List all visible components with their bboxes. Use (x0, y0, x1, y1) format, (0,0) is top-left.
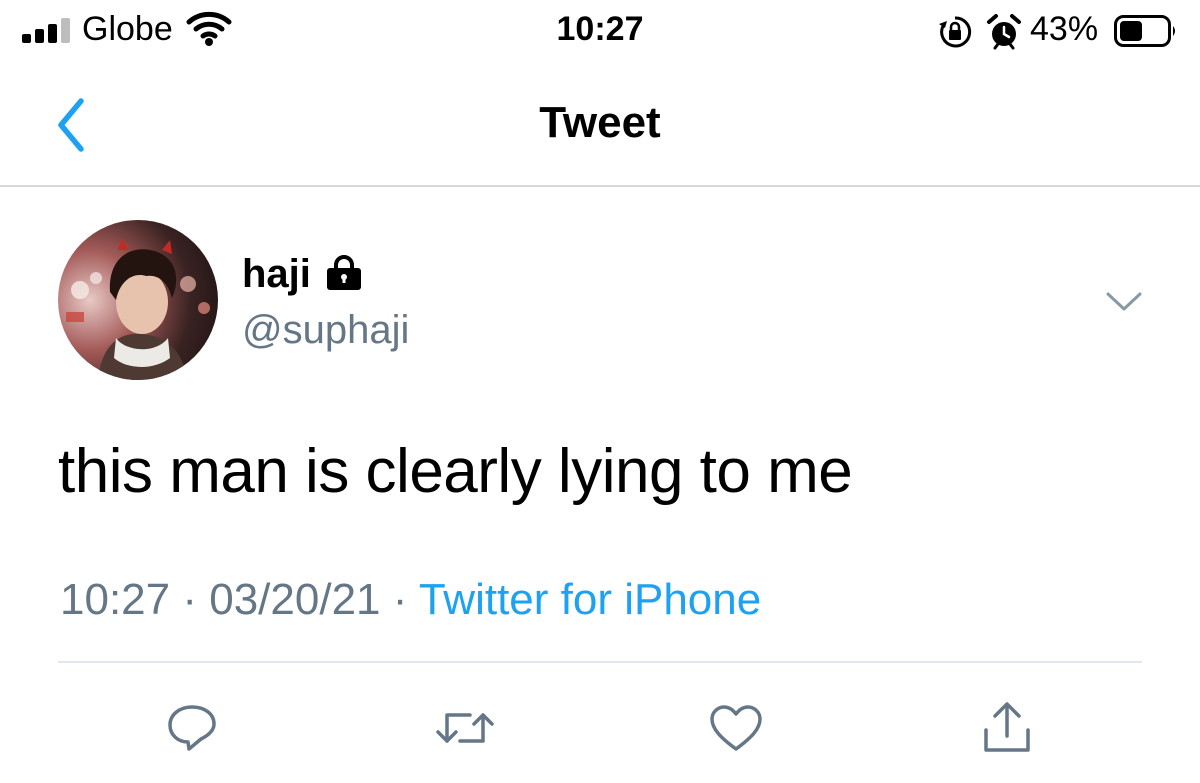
tweet-text: this man is clearly lying to me (58, 437, 853, 506)
author-row[interactable]: haji (242, 252, 365, 297)
chevron-down-icon (1106, 292, 1142, 311)
lock-icon (323, 255, 365, 296)
tweet-date: 03/20/21 (209, 575, 381, 624)
username[interactable]: @suphaji (242, 308, 409, 353)
tweet-meta: 10:27 · 03/20/21 · Twitter for iPhone (60, 575, 761, 625)
status-bar: Globe 10:27 43% (0, 0, 1200, 70)
like-button[interactable] (704, 696, 768, 760)
avatar[interactable] (58, 220, 218, 380)
tweet-source-link[interactable]: Twitter for iPhone (419, 575, 761, 624)
header-divider (0, 185, 1200, 187)
heart-icon (710, 705, 762, 751)
share-button[interactable] (975, 696, 1039, 760)
reply-button[interactable] (160, 696, 224, 760)
tweet-menu-button[interactable] (1098, 282, 1150, 322)
alarm-icon (986, 13, 1022, 56)
battery-percent: 43% (1030, 10, 1099, 48)
display-name: haji (242, 252, 311, 296)
reply-icon (168, 705, 216, 751)
meta-separator: · (182, 575, 197, 624)
tweet-time: 10:27 (60, 575, 171, 624)
share-icon (984, 702, 1030, 752)
nav-header: Tweet (0, 70, 1200, 186)
page-title: Tweet (539, 98, 661, 147)
meta-divider (58, 661, 1142, 663)
retweet-button[interactable] (433, 696, 497, 760)
retweet-icon (436, 713, 494, 743)
meta-separator: · (392, 575, 408, 624)
rotation-lock-icon (937, 14, 973, 55)
tweet-detail-screen: Globe 10:27 43% Tweet haji @suphaji this… (0, 0, 1200, 783)
battery-icon (1114, 15, 1178, 52)
